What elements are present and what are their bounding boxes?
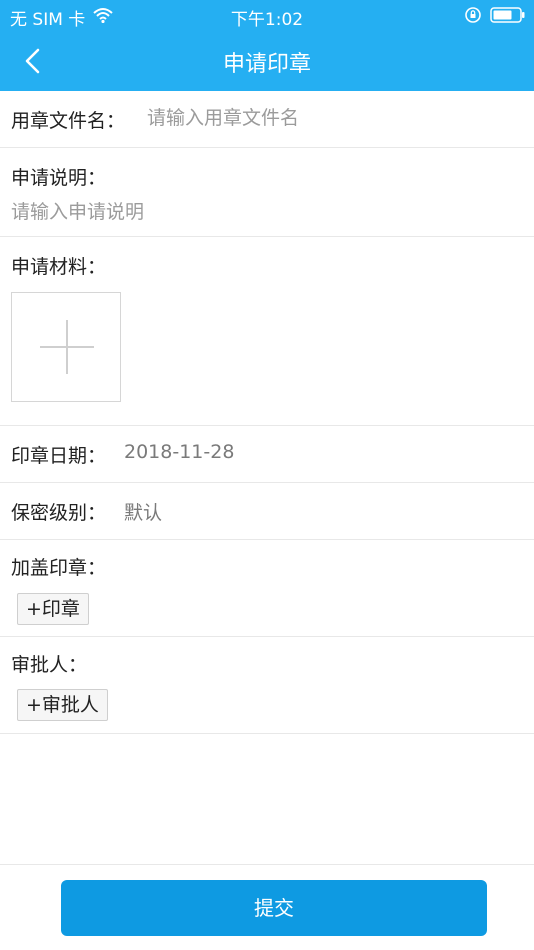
description-input[interactable] bbox=[11, 198, 511, 226]
status-right bbox=[464, 6, 526, 29]
add-stamp-button[interactable]: +印章 bbox=[17, 593, 89, 625]
seal-date-label: 印章日期： bbox=[11, 445, 107, 467]
add-approver-button[interactable]: +审批人 bbox=[17, 689, 108, 721]
file-name-input[interactable] bbox=[147, 104, 517, 132]
file-name-label: 用章文件名： bbox=[11, 110, 126, 132]
add-material-button[interactable] bbox=[11, 292, 121, 402]
seal-date-row[interactable]: 印章日期： 2018-11-28 bbox=[0, 426, 534, 483]
secrecy-level-value: 默认 bbox=[124, 502, 163, 524]
secrecy-level-label: 保密级别： bbox=[11, 502, 107, 524]
materials-row: 申请材料： bbox=[0, 237, 534, 426]
file-name-row: 用章文件名： bbox=[0, 91, 534, 148]
seal-date-value: 2018-11-28 bbox=[124, 441, 235, 463]
secrecy-level-row[interactable]: 保密级别： 默认 bbox=[0, 483, 534, 540]
battery-icon bbox=[490, 7, 526, 28]
materials-label: 申请材料： bbox=[11, 256, 107, 278]
submit-button[interactable]: 提交 bbox=[61, 880, 487, 936]
status-bar: 无 SIM 卡 下午1:02 bbox=[0, 0, 534, 30]
description-row: 申请说明： bbox=[0, 148, 534, 237]
approver-label: 审批人： bbox=[11, 654, 88, 676]
orientation-lock-icon bbox=[464, 6, 482, 29]
plus-icon bbox=[12, 320, 120, 405]
nav-bar: 申请印章 bbox=[0, 30, 534, 91]
page-title: 申请印章 bbox=[222, 52, 311, 77]
stamp-row: 加盖印章： +印章 bbox=[0, 540, 534, 637]
description-label: 申请说明： bbox=[11, 167, 107, 189]
stamp-label: 加盖印章： bbox=[11, 557, 107, 579]
status-time: 下午1:02 bbox=[230, 10, 304, 30]
approver-row: 审批人： +审批人 bbox=[0, 637, 534, 734]
footer-divider bbox=[0, 864, 534, 865]
